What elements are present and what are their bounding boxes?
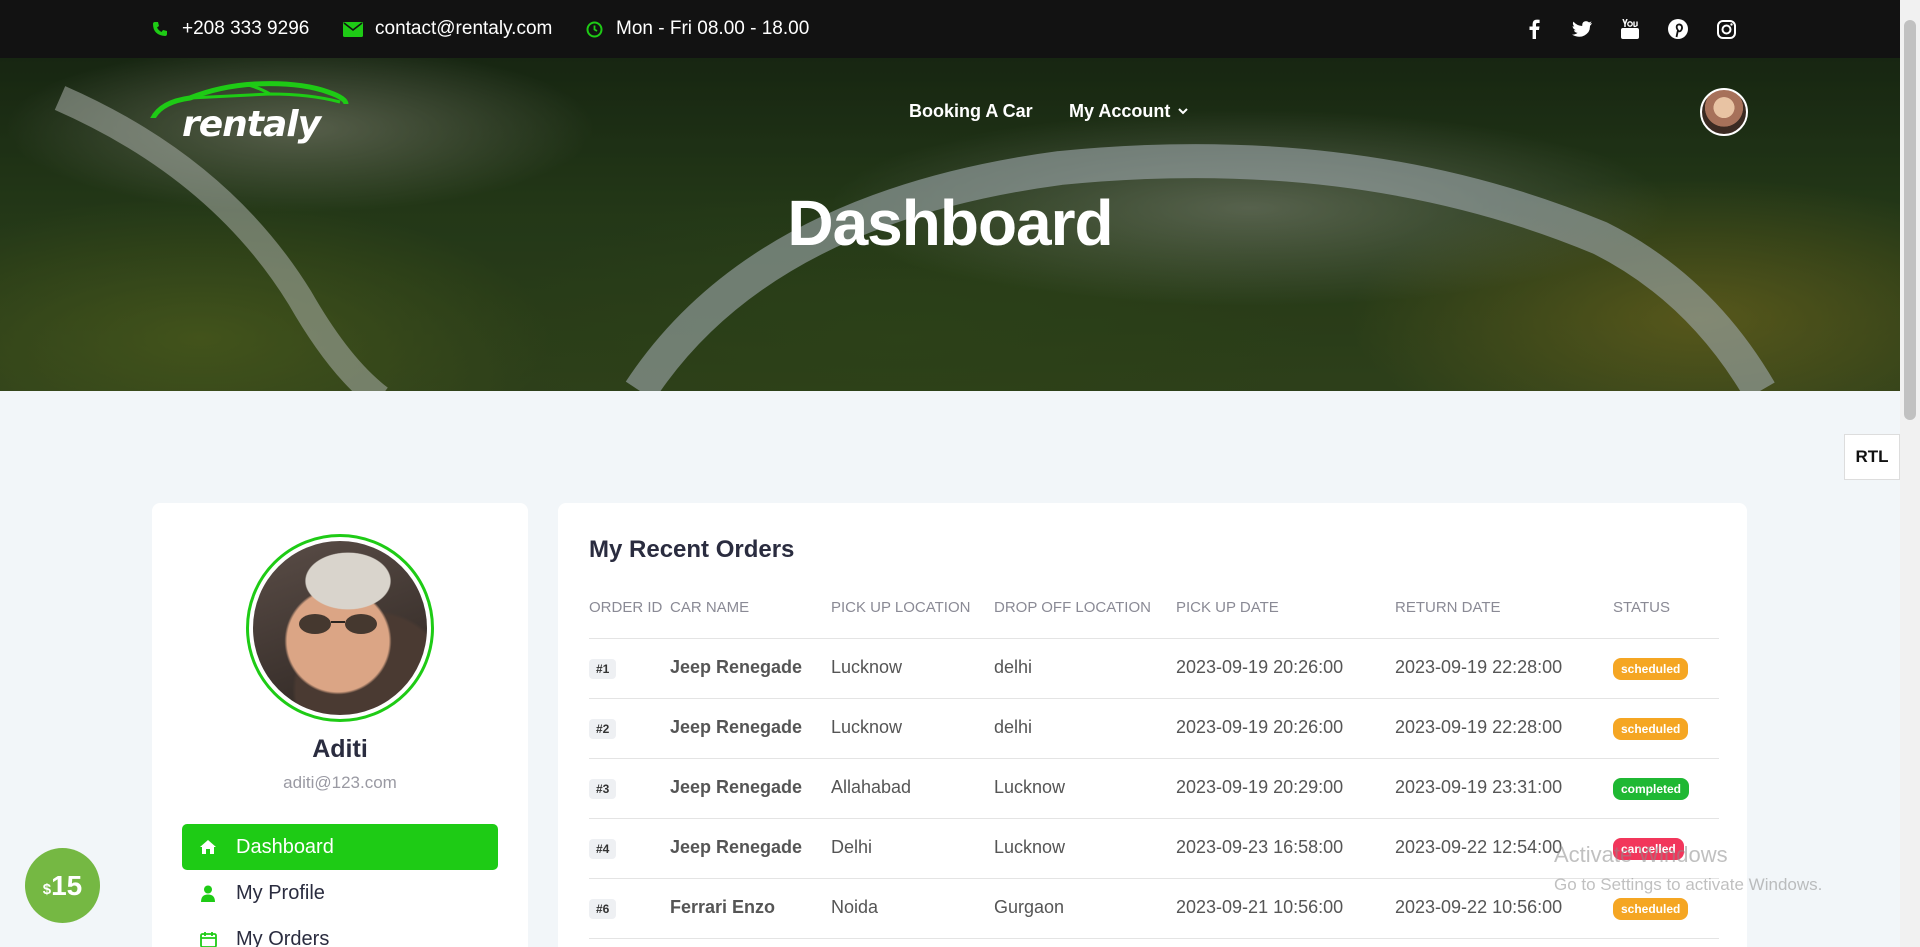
nav-my-account[interactable]: My Account: [1069, 101, 1189, 122]
profile-name: Aditi: [312, 735, 368, 763]
return-date-cell: 2023-09-19 22:28:00: [1395, 657, 1563, 677]
pickup-date-cell: 2023-09-23 16:58:00: [1176, 837, 1344, 857]
col-return-date: RETURN DATE: [1395, 599, 1501, 616]
row-divider: [589, 698, 1719, 699]
row-divider: [589, 938, 1719, 939]
nav-account-label: My Account: [1069, 101, 1171, 121]
chevron-down-icon: [1178, 108, 1189, 115]
phone-text: +208 333 9296: [182, 18, 310, 39]
car-name-cell: Jeep Renegade: [670, 717, 803, 737]
profile-photo: [246, 534, 434, 722]
dropoff-location-cell: Lucknow: [994, 777, 1066, 797]
return-date-cell: 2023-09-22 10:56:00: [1395, 897, 1563, 917]
col-pickup-date: PICK UP DATE: [1176, 599, 1279, 616]
rentaly-logo[interactable]: rentaly: [150, 78, 350, 148]
order-id-badge: #2: [589, 719, 617, 739]
sunglasses-shape: [299, 614, 377, 634]
menu-dashboard[interactable]: Dashboard: [182, 824, 498, 870]
social-links: [1522, 17, 1762, 41]
windows-watermark-title: Activate Windows: [1554, 842, 1728, 867]
dropoff-location-cell: delhi: [994, 717, 1033, 737]
calendar-icon: [198, 929, 218, 947]
price-badge[interactable]: $ 15: [25, 848, 100, 923]
pickup-date-cell: 2023-09-19 20:26:00: [1176, 657, 1344, 677]
status-badge: scheduled: [1613, 898, 1689, 920]
menu-my-profile[interactable]: My Profile: [182, 870, 498, 916]
menu-my-orders-label: My Orders: [236, 927, 330, 947]
row-divider: [589, 758, 1719, 759]
order-id-badge: #1: [589, 659, 617, 679]
orders-title: My Recent Orders: [589, 536, 795, 563]
car-name-cell: Jeep Renegade: [670, 837, 803, 857]
order-id-badge: #3: [589, 779, 617, 799]
email-contact[interactable]: contact@rentaly.com: [343, 0, 552, 58]
nav-booking-label: Booking A Car: [909, 101, 1033, 121]
car-name-cell: Ferrari Enzo: [670, 897, 776, 917]
page-title: Dashboard: [787, 187, 1113, 259]
top-bar: +208 333 9296 contact@rentaly.com Mon - …: [0, 0, 1900, 58]
dropoff-location-cell: delhi: [994, 657, 1033, 677]
pickup-location-cell: Delhi: [831, 837, 873, 857]
user-icon: [198, 883, 218, 903]
windows-watermark-subtitle: Go to Settings to activate Windows.: [1554, 875, 1823, 894]
dropoff-location-cell: Gurgaon: [994, 897, 1065, 917]
scrollbar-thumb[interactable]: [1904, 20, 1916, 420]
col-dropoff-location: DROP OFF LOCATION: [994, 599, 1151, 616]
return-date-cell: 2023-09-19 22:28:00: [1395, 717, 1563, 737]
order-id-badge: #6: [589, 899, 617, 919]
pickup-date-cell: 2023-09-19 20:26:00: [1176, 717, 1344, 737]
pickup-date-cell: 2023-09-21 10:56:00: [1176, 897, 1344, 917]
page-scrollbar[interactable]: [1900, 0, 1920, 947]
col-status: STATUS: [1613, 599, 1670, 616]
clock-icon: [584, 19, 604, 39]
pickup-location-cell: Lucknow: [831, 657, 903, 677]
logo-text: rentaly: [182, 104, 321, 145]
phone-contact[interactable]: +208 333 9296: [150, 0, 309, 58]
order-id-badge: #4: [589, 839, 617, 859]
pickup-date-cell: 2023-09-19 20:29:00: [1176, 777, 1344, 797]
hours-text: Mon - Fri 08.00 - 18.00: [616, 18, 810, 39]
rtl-toggle-button[interactable]: RTL: [1844, 434, 1900, 480]
status-badge: completed: [1613, 778, 1690, 800]
profile-sidebar: Aditi aditi@123.com Dashboard My Profile…: [152, 503, 528, 947]
twitter-icon[interactable]: [1570, 17, 1594, 41]
instagram-icon[interactable]: [1714, 17, 1738, 41]
user-avatar[interactable]: [1700, 88, 1748, 136]
table-divider: [589, 638, 1719, 639]
phone-icon: [150, 19, 170, 39]
return-date-cell: 2023-09-22 12:54:00: [1395, 837, 1563, 857]
col-pickup-location: PICK UP LOCATION: [831, 599, 971, 616]
menu-my-profile-label: My Profile: [236, 881, 325, 904]
pickup-location-cell: Noida: [831, 897, 879, 917]
col-car-name: CAR NAME: [670, 599, 750, 616]
row-divider: [589, 878, 1719, 879]
envelope-icon: [343, 19, 363, 39]
menu-dashboard-label: Dashboard: [236, 835, 334, 858]
facebook-icon[interactable]: [1522, 17, 1546, 41]
email-text: contact@rentaly.com: [375, 18, 553, 39]
profile-email: aditi@123.com: [283, 773, 397, 792]
menu-my-orders[interactable]: My Orders: [182, 916, 498, 947]
pickup-location-cell: Lucknow: [831, 717, 903, 737]
youtube-icon[interactable]: [1618, 17, 1642, 41]
price-currency: $: [42, 881, 52, 898]
col-order-id: ORDER ID: [589, 599, 663, 616]
status-badge: scheduled: [1613, 658, 1689, 680]
pinterest-icon[interactable]: [1666, 17, 1690, 41]
hours-info: Mon - Fri 08.00 - 18.00: [584, 0, 809, 58]
home-icon: [198, 837, 218, 857]
nav-booking-a-car[interactable]: Booking A Car: [909, 101, 1033, 122]
dropoff-location-cell: Lucknow: [994, 837, 1066, 857]
car-name-cell: Jeep Renegade: [670, 777, 803, 797]
price-amount: 15: [51, 869, 83, 901]
pickup-location-cell: Allahabad: [831, 777, 912, 797]
car-name-cell: Jeep Renegade: [670, 657, 803, 677]
status-badge: scheduled: [1613, 718, 1689, 740]
return-date-cell: 2023-09-19 23:31:00: [1395, 777, 1563, 797]
row-divider: [589, 818, 1719, 819]
